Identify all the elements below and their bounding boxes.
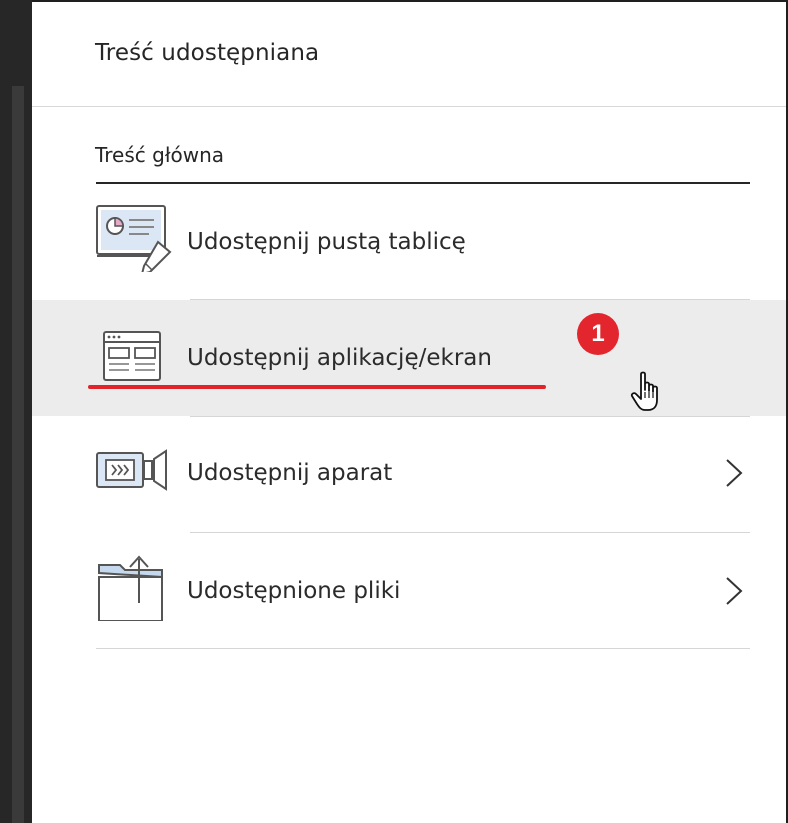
page: Treść udostępniana Treść główna Udostępn… <box>0 0 788 823</box>
chevron-right-icon <box>726 459 743 487</box>
list-bottom-divider <box>96 648 750 649</box>
left-sidebar <box>0 0 32 823</box>
shared-content-panel: Treść udostępniana Treść główna Udostępn… <box>32 0 788 823</box>
menu-item-label: Udostępnij aparat <box>187 460 393 486</box>
menu-item-share-camera[interactable]: Udostępnij aparat <box>32 417 786 533</box>
header-divider <box>32 106 786 107</box>
camera-icon <box>96 449 167 491</box>
menu-item-shared-files[interactable]: Udostępnione pliki <box>32 533 786 649</box>
menu-item-share-whiteboard[interactable]: Udostępnij pustą tablicę <box>32 184 786 300</box>
highlight-underline <box>88 385 546 389</box>
menu-item-share-application-screen[interactable]: Udostępnij aplikację/ekran <box>32 300 786 416</box>
section-heading: Treść główna <box>95 143 225 167</box>
folder-upload-icon <box>98 555 163 621</box>
whiteboard-icon <box>96 205 172 272</box>
menu-item-label: Udostępnij aplikację/ekran <box>187 345 492 371</box>
step-number-badge: 1 <box>577 313 619 355</box>
chevron-right-icon <box>726 577 743 605</box>
hand-pointer-cursor-icon <box>630 371 658 411</box>
sidebar-scrollbar[interactable] <box>12 86 24 823</box>
menu-item-label: Udostępnij pustą tablicę <box>187 229 466 255</box>
panel-title: Treść udostępniana <box>95 40 320 66</box>
menu-item-label: Udostępnione pliki <box>187 578 401 604</box>
